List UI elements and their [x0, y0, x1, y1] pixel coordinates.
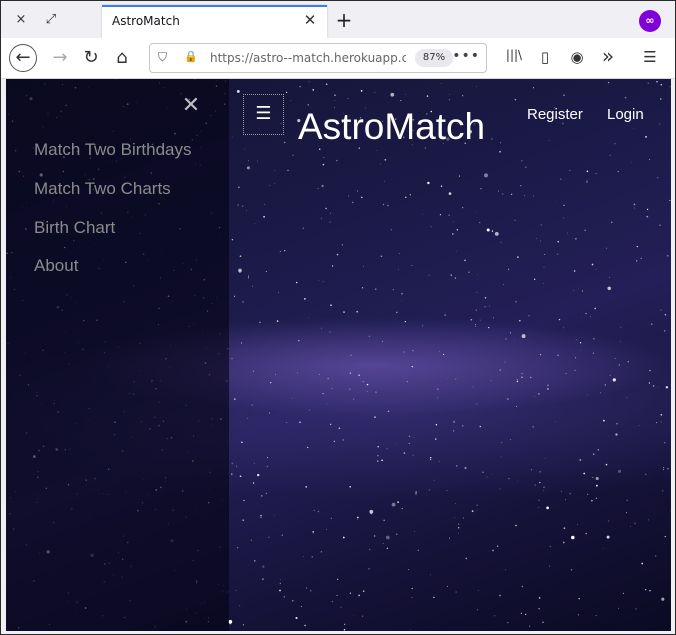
menu-toggle-icon[interactable]: ☰	[243, 94, 284, 135]
login-link[interactable]: Login	[607, 106, 644, 123]
library-icon[interactable]: |||\	[503, 48, 525, 62]
navigation-toolbar: ← → ↻ ⌂ ⛉ 🔒 https://astro--match.herokua…	[1, 38, 675, 79]
restore-window-icon[interactable]: ⤢	[41, 10, 61, 30]
sidebar-item-match-two-birthdays[interactable]: Match Two Birthdays	[34, 140, 191, 160]
zoom-level-badge[interactable]: 87%	[415, 49, 453, 67]
browser-window: × ⤢ AstroMatch ✕ + ∞ ← → ↻ ⌂ ⛉ 🔒 https:/…	[0, 0, 676, 635]
tab-astromatch[interactable]: AstroMatch ✕	[102, 5, 327, 38]
sidebar-item-about[interactable]: About	[34, 256, 78, 276]
overflow-icon[interactable]: »	[597, 44, 619, 68]
tab-close-icon[interactable]: ✕	[301, 11, 319, 29]
account-icon[interactable]: ◉	[566, 48, 588, 66]
tab-strip: × ⤢ AstroMatch ✕ + ∞	[1, 1, 675, 38]
home-icon[interactable]: ⌂	[108, 44, 136, 72]
private-browsing-icon: ∞	[639, 10, 661, 32]
close-sidebar-icon[interactable]: ✕	[180, 95, 202, 117]
forward-icon[interactable]: →	[46, 44, 74, 72]
url-bar[interactable]: ⛉ 🔒 https://astro--match.herokuapp.com 8…	[149, 43, 487, 73]
back-icon[interactable]: ←	[9, 44, 37, 72]
register-link[interactable]: Register	[527, 106, 583, 123]
close-window-icon[interactable]: ×	[11, 10, 31, 30]
sidebar-item-birth-chart[interactable]: Birth Chart	[34, 218, 115, 238]
new-tab-icon[interactable]: +	[333, 9, 355, 31]
app-menu-icon[interactable]: ☰	[639, 48, 661, 66]
side-navigation: ✕ Match Two Birthdays Match Two Charts B…	[6, 79, 229, 631]
reload-icon[interactable]: ↻	[77, 44, 105, 72]
page-actions-icon[interactable]: •••	[452, 48, 480, 64]
lock-icon[interactable]: 🔒	[184, 50, 198, 63]
shield-icon[interactable]: ⛉	[158, 50, 167, 65]
brand-title[interactable]: AstroMatch	[298, 105, 485, 149]
url-text[interactable]: https://astro--match.herokuapp.com	[210, 51, 406, 65]
sidebar-item-match-two-charts[interactable]: Match Two Charts	[34, 179, 171, 199]
tab-title: AstroMatch	[112, 14, 180, 28]
sidebar-toggle-icon[interactable]: ▯	[534, 48, 556, 66]
page-content: ✕ Match Two Birthdays Match Two Charts B…	[6, 79, 671, 631]
